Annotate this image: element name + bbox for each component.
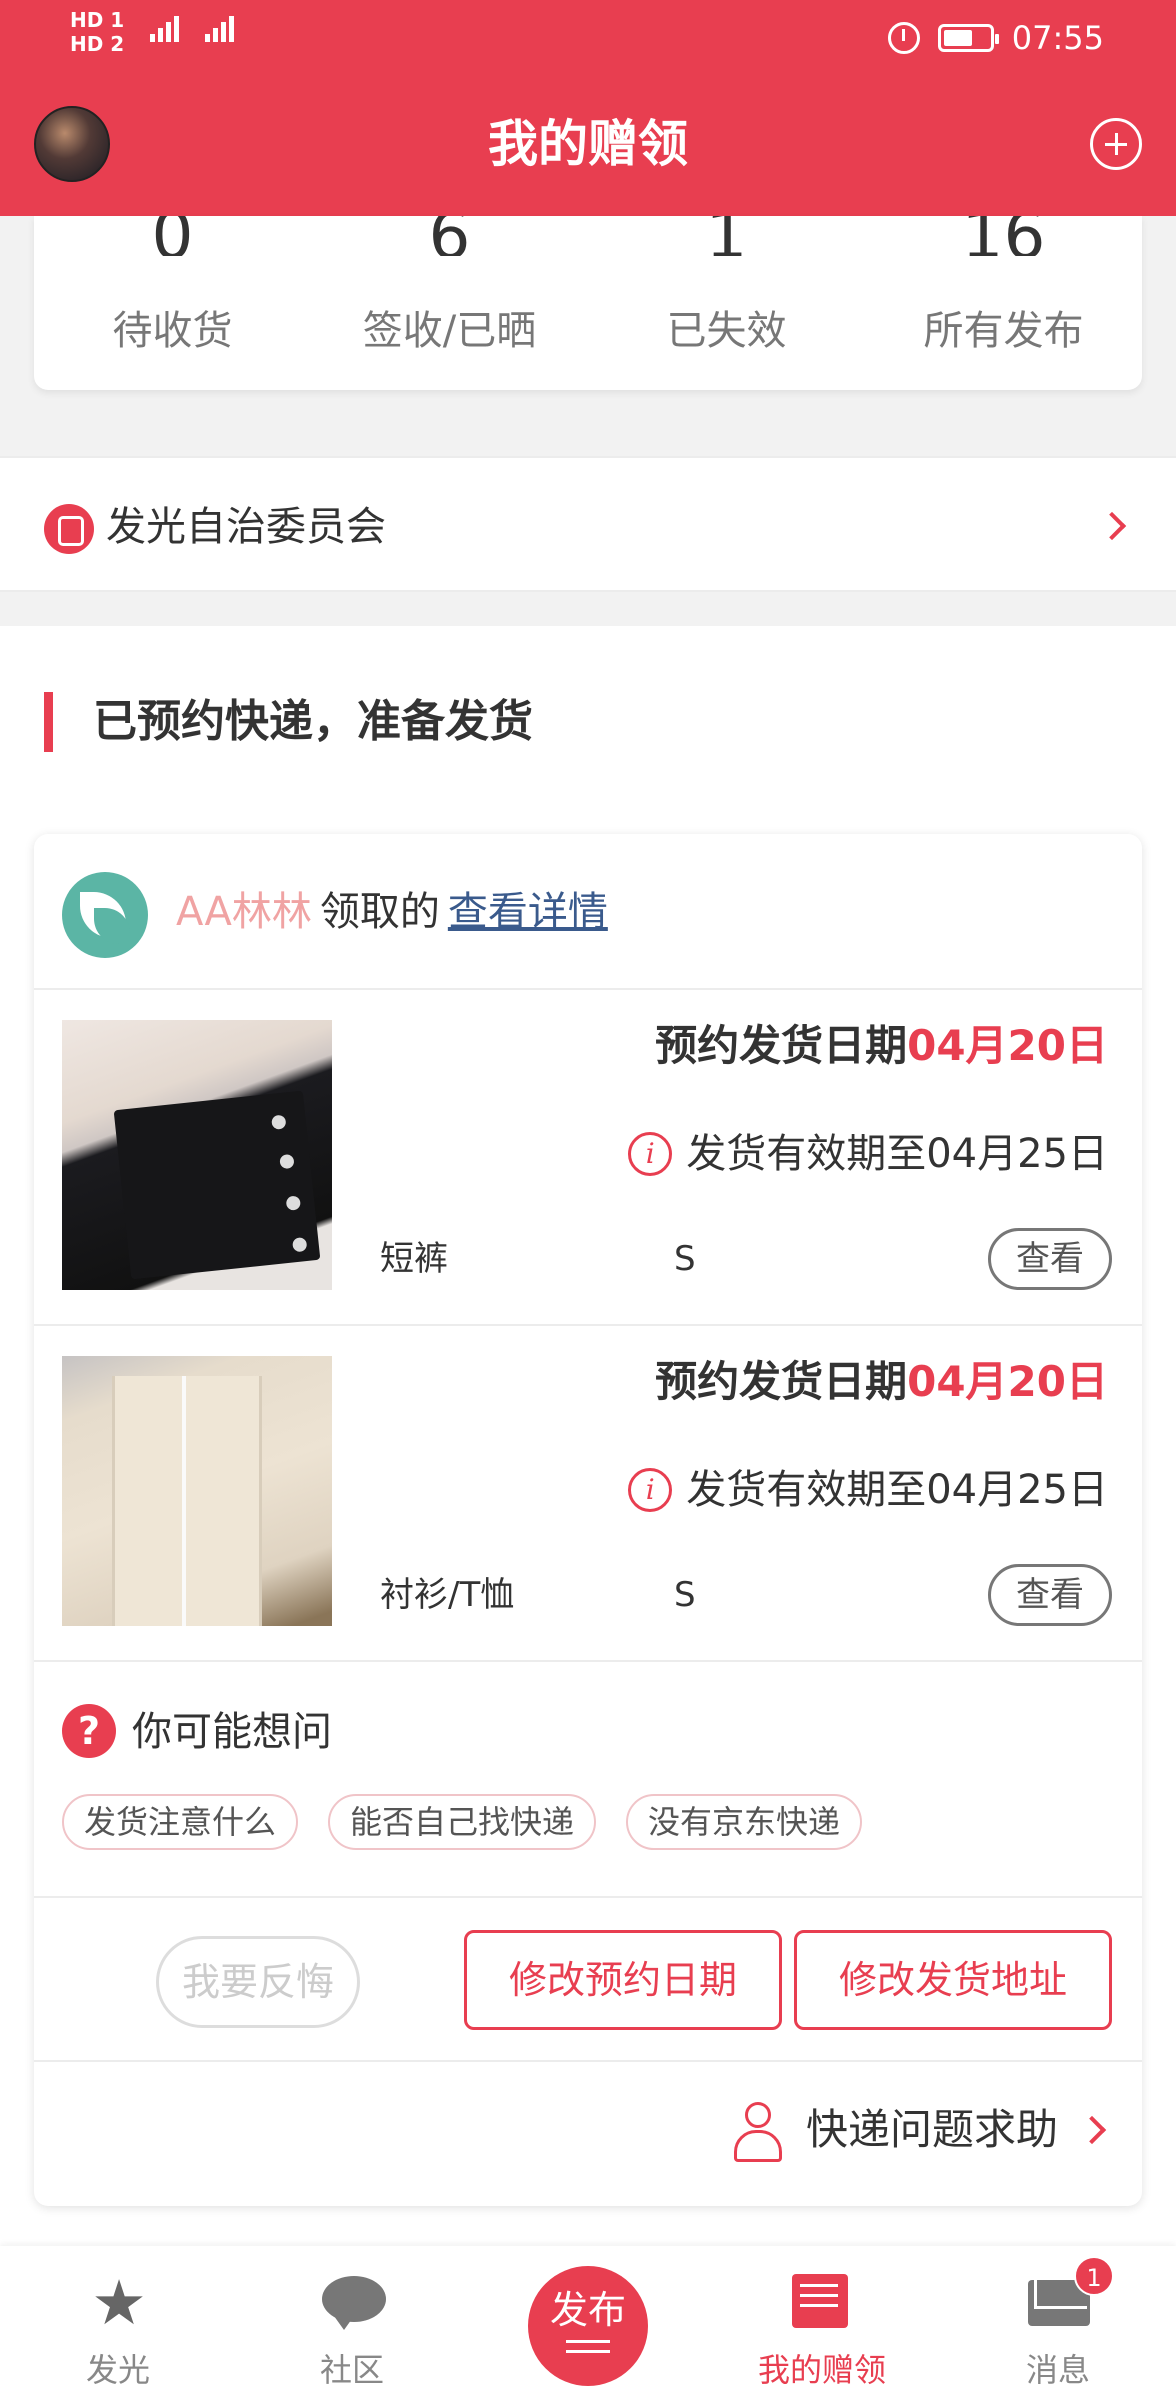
- faq-chips: 发货注意什么 能否自己找快递 没有京东快递: [62, 1794, 863, 1850]
- change-address-button[interactable]: 修改发货地址: [794, 1930, 1112, 2030]
- alarm-icon: [887, 22, 920, 54]
- shirt-zip: [182, 1376, 186, 1626]
- info-icon: i: [628, 1132, 673, 1176]
- bottom-nav: ★ 发光 社区 发布 我的赠领 1 消息: [0, 2246, 1176, 2400]
- faq-title: 你可能想问: [132, 1709, 332, 1755]
- signal-4g-icon: [150, 16, 179, 42]
- star-icon: ★: [91, 2266, 147, 2339]
- page-title: 我的赠领: [488, 115, 688, 173]
- stat-expired[interactable]: 1 已失效: [588, 216, 865, 390]
- publish-button[interactable]: 发布: [528, 2266, 648, 2386]
- faq-chip[interactable]: 能否自己找快递: [328, 1794, 597, 1850]
- nav-item-messages[interactable]: 1 消息: [940, 2246, 1176, 2400]
- deliver-label: 预约发货日期: [655, 1357, 908, 1406]
- person-icon: [730, 2102, 784, 2162]
- valid-line: i 发货有效期至04月25日: [628, 1126, 1108, 1182]
- stat-all[interactable]: 16 所有发布: [865, 216, 1142, 390]
- signal-5g-icon: [205, 16, 234, 42]
- stat-value: 6: [428, 216, 471, 256]
- deliver-date: 04月20日: [907, 1021, 1108, 1070]
- order-item: 预约发货日期04月20日 i 发货有效期至04月25日 衬衫/T恤 S 查看: [34, 1326, 1142, 1662]
- battery-icon: [937, 24, 999, 52]
- item-photo-shorts[interactable]: [62, 1020, 332, 1290]
- user-logo-icon: [62, 872, 148, 958]
- stat-signed[interactable]: 6 签收/已晒: [311, 216, 588, 390]
- deliver-date-line: 预约发货日期04月20日: [655, 1352, 1108, 1412]
- publish-label: 发布: [549, 2288, 626, 2332]
- info-icon: i: [628, 1468, 673, 1512]
- chevron-right-icon: [1077, 2115, 1107, 2145]
- network-indicator: HD 1 HD 2: [70, 8, 125, 56]
- nav-label: 消息: [1025, 2351, 1090, 2389]
- signal-bars: [150, 16, 234, 42]
- valid-line: i 发货有效期至04月25日: [628, 1462, 1108, 1518]
- view-button[interactable]: 查看: [988, 1228, 1112, 1290]
- stat-label: 所有发布: [923, 308, 1084, 354]
- section-title: 已预约快递，准备发货: [44, 692, 533, 752]
- status-bar: HD 1 HD 2 07:55: [0, 0, 1176, 72]
- view-button[interactable]: 查看: [988, 1564, 1112, 1626]
- faq-chip[interactable]: 没有京东快递: [626, 1794, 863, 1850]
- stat-pending[interactable]: 0 待收货: [34, 216, 311, 390]
- valid-text: 发货有效期至04月25日: [686, 1467, 1108, 1513]
- question-icon: ?: [62, 1704, 116, 1758]
- item-size: S: [674, 1239, 696, 1279]
- add-button[interactable]: [1090, 118, 1142, 170]
- valid-text: 发货有效期至04月25日: [686, 1131, 1108, 1177]
- stat-value: 16: [961, 216, 1046, 256]
- courier-help-row[interactable]: 快递问题求助: [34, 2062, 1142, 2206]
- shipping-section: 已预约快递，准备发货 AA林林 领取的 查看详情 预约发货日期04月20日 i 发货…: [0, 626, 1176, 2246]
- shorts-shape: [113, 1090, 321, 1280]
- order-actions: 我要反悔 修改预约日期 修改发货地址: [34, 1898, 1142, 2062]
- item-category: 短裤: [380, 1239, 448, 1279]
- order-item: 预约发货日期04月20日 i 发货有效期至04月25日 短裤 S 查看: [34, 990, 1142, 1326]
- nav-label: 我的赠领: [757, 2351, 886, 2389]
- help-label: 快递问题求助: [806, 2105, 1059, 2154]
- shirt-shape: [112, 1376, 262, 1626]
- deliver-date: 04月20日: [907, 1357, 1108, 1406]
- nav-item-my-gifts[interactable]: 我的赠领: [704, 2246, 940, 2400]
- status-time: 07:55: [1011, 19, 1104, 57]
- details-link[interactable]: 查看详情: [448, 889, 608, 935]
- nav-item-faguang[interactable]: ★ 发光: [0, 2246, 236, 2400]
- deliver-date-line: 预约发货日期04月20日: [655, 1016, 1108, 1076]
- committee-row[interactable]: 发光自治委员会: [0, 456, 1176, 592]
- stat-label: 签收/已晒: [362, 308, 537, 354]
- stats-card: 0 待收货 6 签收/已晒 1 已失效 16 所有发布: [34, 216, 1142, 390]
- chat-bubble-icon: [322, 2276, 386, 2330]
- app-header: HD 1 HD 2 07:55 我的赠领: [0, 0, 1176, 216]
- regret-button[interactable]: 我要反悔: [156, 1936, 360, 2028]
- stat-label: 待收货: [112, 308, 233, 354]
- claimer-name[interactable]: AA林林: [176, 889, 312, 935]
- message-badge: 1: [1074, 2256, 1114, 2296]
- my-gifts-icon: [792, 2274, 848, 2328]
- committee-label: 发光自治委员会: [106, 504, 386, 550]
- faq-block: ? 你可能想问 发货注意什么 能否自己找快递 没有京东快递: [34, 1662, 1142, 1898]
- nav-label: 发光: [85, 2351, 150, 2389]
- committee-icon: [44, 504, 94, 554]
- stat-value: 0: [151, 216, 194, 256]
- claimed-text: 领取的: [319, 889, 440, 935]
- change-date-button[interactable]: 修改预约日期: [464, 1930, 782, 2030]
- stat-value: 1: [705, 216, 748, 256]
- item-category: 衬衫/T恤: [380, 1575, 515, 1615]
- faq-chip[interactable]: 发货注意什么: [62, 1794, 299, 1850]
- nav-label: 社区: [319, 2351, 384, 2389]
- order-header: AA林林 领取的 查看详情: [34, 834, 1142, 990]
- item-size: S: [674, 1575, 696, 1615]
- nav-item-community[interactable]: 社区: [234, 2246, 470, 2400]
- stat-label: 已失效: [666, 308, 787, 354]
- publish-icon: [566, 2340, 610, 2343]
- deliver-label: 预约发货日期: [655, 1021, 908, 1070]
- order-card: AA林林 领取的 查看详情 预约发货日期04月20日 i 发货有效期至04月25日 …: [34, 834, 1142, 2206]
- chevron-right-icon: [1097, 511, 1127, 541]
- item-photo-shirt[interactable]: [62, 1356, 332, 1626]
